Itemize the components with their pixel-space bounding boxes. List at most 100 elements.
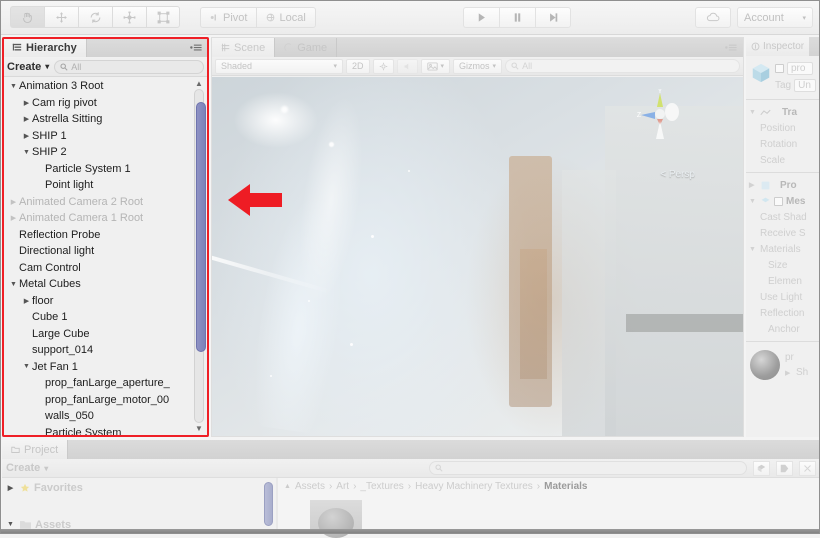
- toggle-lighting-button[interactable]: [372, 58, 394, 74]
- scene-viewport[interactable]: Y Z < Persp: [212, 77, 743, 436]
- object-name-field[interactable]: pro: [787, 62, 813, 75]
- collab-cloud-button[interactable]: [695, 7, 731, 28]
- chevron-down-icon[interactable]: ▼: [5, 521, 16, 528]
- filter-by-type-button[interactable]: [753, 460, 770, 476]
- chevron-right-icon[interactable]: ▶: [5, 484, 16, 492]
- hierarchy-item[interactable]: ▶ Cam rig pivot: [4, 95, 207, 112]
- mesh-field-materials[interactable]: ▼ Materials: [746, 241, 820, 257]
- scene-view-gizmo[interactable]: Y Z: [633, 88, 687, 149]
- tag-dropdown[interactable]: Un: [794, 79, 817, 92]
- move-tool-button[interactable]: [44, 6, 78, 28]
- project-content[interactable]: ▲ Assets › Art › _Textures › Heavy Machinery Te…: [278, 478, 820, 538]
- mesh-field-size[interactable]: Size: [746, 257, 820, 273]
- project-tree[interactable]: ▶ Favorites ▼ Assets: [2, 478, 278, 532]
- hierarchy-tree[interactable]: ▼ Animation 3 Root ▶ Cam rig pivot ▶ Astrella…: [4, 78, 207, 435]
- effects-dropdown[interactable]: ▾: [420, 58, 451, 74]
- chevron-down-icon[interactable]: ▼: [749, 198, 757, 205]
- rect-tool-button[interactable]: [146, 6, 180, 28]
- gizmos-dropdown[interactable]: Gizmos ▾: [453, 58, 503, 74]
- mesh-renderer-header[interactable]: ▼ Mes: [746, 193, 820, 209]
- shading-mode-dropdown[interactable]: Shaded ▾: [215, 58, 343, 74]
- hierarchy-item[interactable]: ▶prop_fanLarge_aperture_: [4, 375, 207, 392]
- breadcrumb-up-icon[interactable]: ▲: [284, 483, 291, 490]
- project-tree-item-favorites[interactable]: ▶ Favorites: [2, 478, 277, 497]
- breadcrumb-item[interactable]: Assets: [295, 481, 325, 492]
- hierarchy-item[interactable]: ▶Particle System 1: [4, 161, 207, 178]
- mesh-field-use-light-probes[interactable]: Use Light: [746, 289, 820, 305]
- chevron-right-icon[interactable]: ▶: [21, 99, 32, 107]
- hierarchy-item[interactable]: ▼ SHIP 2: [4, 144, 207, 161]
- hierarchy-panel-menu-button[interactable]: [190, 38, 208, 57]
- scroll-up-arrow-icon[interactable]: ▲: [195, 79, 203, 88]
- transform-field-scale[interactable]: Scale: [746, 152, 820, 168]
- breadcrumb-item[interactable]: _Textures: [360, 481, 403, 492]
- project-search-input[interactable]: [429, 461, 747, 475]
- hierarchy-item[interactable]: ▶Particle System: [4, 425, 207, 435]
- toggle-audio-button[interactable]: [396, 58, 418, 74]
- chevron-right-icon[interactable]: ▶: [8, 198, 19, 206]
- hierarchy-item[interactable]: ▶Directional light: [4, 243, 207, 260]
- perspective-label[interactable]: < Persp: [660, 169, 695, 180]
- hierarchy-item[interactable]: ▶ floor: [4, 293, 207, 310]
- hierarchy-item[interactable]: ▶ Astrella Sitting: [4, 111, 207, 128]
- play-button[interactable]: [463, 7, 499, 28]
- hierarchy-item[interactable]: ▶Cube 1: [4, 309, 207, 326]
- hierarchy-item[interactable]: ▶prop_fanLarge_motor_00: [4, 392, 207, 409]
- hierarchy-scrollbar[interactable]: ▲ ▼: [193, 79, 206, 433]
- chevron-down-icon[interactable]: ▼: [21, 149, 32, 156]
- breadcrumb-item[interactable]: Materials: [544, 481, 587, 492]
- material-preview-row[interactable]: pr ▶ Sh: [746, 346, 820, 384]
- hierarchy-item[interactable]: ▼ Jet Fan 1: [4, 359, 207, 376]
- hand-tool-button[interactable]: [10, 6, 44, 28]
- transform-component-header[interactable]: ▼ Tra: [746, 104, 820, 120]
- chevron-right-icon[interactable]: ▶: [749, 181, 757, 189]
- scene-panel-menu-button[interactable]: [725, 38, 743, 57]
- chevron-right-icon[interactable]: ▶: [8, 214, 19, 222]
- mesh-field-receive-shadows[interactable]: Receive S: [746, 225, 820, 241]
- hierarchy-search-input[interactable]: All: [54, 59, 204, 74]
- hierarchy-create-button[interactable]: Create ▾: [7, 61, 49, 73]
- tab-game[interactable]: Game: [275, 38, 338, 57]
- chevron-down-icon[interactable]: ▼: [8, 281, 19, 288]
- hierarchy-item[interactable]: ▶Reflection Probe: [4, 227, 207, 244]
- chevron-right-icon[interactable]: ▶: [21, 132, 32, 140]
- chevron-right-icon[interactable]: ▶: [21, 115, 32, 123]
- chevron-right-icon[interactable]: ▶: [21, 297, 32, 305]
- toggle-2d-button[interactable]: 2D: [346, 58, 370, 74]
- transform-field-position[interactable]: Position: [746, 120, 820, 136]
- breadcrumb-item[interactable]: Heavy Machinery Textures: [415, 481, 533, 492]
- project-tree-scrollbar[interactable]: [264, 482, 273, 526]
- hierarchy-scroll-track[interactable]: [194, 89, 206, 423]
- asset-thumbnail[interactable]: [310, 500, 362, 538]
- clear-filter-button[interactable]: [799, 460, 816, 476]
- tab-project[interactable]: Project: [2, 440, 69, 459]
- breadcrumb-item[interactable]: Art: [336, 481, 349, 492]
- filter-by-label-button[interactable]: [776, 460, 793, 476]
- mesh-field-anchor-override[interactable]: Anchor: [746, 321, 820, 337]
- chevron-right-icon[interactable]: ▶: [785, 369, 793, 377]
- shader-row[interactable]: ▶ Sh: [785, 367, 808, 378]
- scroll-down-arrow-icon[interactable]: ▼: [195, 424, 203, 433]
- hierarchy-item[interactable]: ▼ Animation 3 Root: [4, 78, 207, 95]
- chevron-down-icon[interactable]: ▼: [8, 83, 19, 90]
- hierarchy-item[interactable]: ▶ Animated Camera 1 Root: [4, 210, 207, 227]
- pivot-toggle-button[interactable]: Pivot: [200, 7, 257, 28]
- mesh-field-cast-shadows[interactable]: Cast Shad: [746, 209, 820, 225]
- scale-tool-button[interactable]: [112, 6, 146, 28]
- object-enabled-checkbox[interactable]: [775, 64, 784, 73]
- chevron-down-icon[interactable]: ▼: [749, 109, 757, 116]
- pause-button[interactable]: [499, 7, 535, 28]
- tab-hierarchy[interactable]: Hierarchy: [3, 38, 87, 57]
- chevron-down-icon[interactable]: ▼: [21, 363, 32, 370]
- hierarchy-item[interactable]: ▼ Metal Cubes: [4, 276, 207, 293]
- transform-field-rotation[interactable]: Rotation: [746, 136, 820, 152]
- account-dropdown[interactable]: Account ▾: [737, 7, 813, 28]
- tab-inspector[interactable]: Inspector: [746, 37, 810, 56]
- rotate-tool-button[interactable]: [78, 6, 112, 28]
- prop-component-header[interactable]: ▶ Pro: [746, 177, 820, 193]
- tab-scene[interactable]: Scene: [212, 38, 276, 57]
- hierarchy-item[interactable]: ▶ Animated Camera 2 Root: [4, 194, 207, 211]
- hierarchy-item[interactable]: ▶walls_050: [4, 408, 207, 425]
- hierarchy-item[interactable]: ▶Large Cube: [4, 326, 207, 343]
- hierarchy-item[interactable]: ▶Point light: [4, 177, 207, 194]
